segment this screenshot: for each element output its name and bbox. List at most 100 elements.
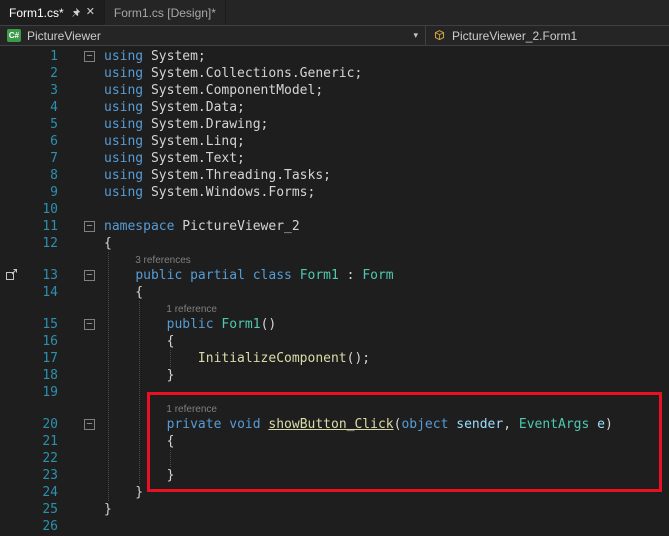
line-number[interactable]: 19: [0, 384, 58, 401]
code-token: EventArgs: [519, 417, 589, 432]
tab-form1-cs-design[interactable]: Form1.cs [Design]*: [105, 0, 226, 25]
fold-gutter: [58, 333, 104, 350]
fold-collapse-icon[interactable]: –: [84, 51, 95, 62]
line-number[interactable]: 14: [0, 284, 58, 301]
pin-icon[interactable]: [70, 7, 81, 18]
code-token: private: [167, 417, 222, 432]
line-number[interactable]: 3: [0, 82, 58, 99]
code-token: using: [104, 185, 143, 200]
code-token: ();: [347, 351, 370, 366]
fold-gutter: [58, 65, 104, 82]
close-icon[interactable]: ✕: [86, 7, 95, 18]
code-line[interactable]: 4 using System.Data;: [0, 99, 669, 116]
code-line[interactable]: 22: [0, 450, 669, 467]
code-line[interactable]: 6using System.Linq;: [0, 133, 669, 150]
line-number[interactable]: 2: [0, 65, 58, 82]
code-line[interactable]: 23 }: [0, 467, 669, 484]
line-number[interactable]: 25: [0, 501, 58, 518]
code-line[interactable]: 9 using System.Windows.Forms;: [0, 184, 669, 201]
line-number[interactable]: 22: [0, 450, 58, 467]
code-line[interactable]: 14 {: [0, 284, 669, 301]
line-number[interactable]: 10: [0, 201, 58, 218]
line-number[interactable]: 23: [0, 467, 58, 484]
code-line[interactable]: 13– public partial class Form1 : Form: [0, 267, 669, 284]
code-line[interactable]: 11–namespace PictureViewer_2: [0, 218, 669, 235]
line-number[interactable]: 18: [0, 367, 58, 384]
fold-gutter: [58, 518, 104, 535]
fold-collapse-icon[interactable]: –: [84, 319, 95, 330]
code-text: using System.Data;: [104, 99, 245, 116]
code-line[interactable]: 26: [0, 518, 669, 535]
fold-collapse-icon[interactable]: –: [84, 419, 95, 430]
line-number[interactable]: 5: [0, 116, 58, 133]
code-token: System.Windows.Forms;: [143, 185, 315, 200]
line-number[interactable]: 17: [0, 350, 58, 367]
fold-collapse-icon[interactable]: –: [84, 221, 95, 232]
code-line[interactable]: 24 }: [0, 484, 669, 501]
code-text: {: [104, 284, 143, 301]
fold-gutter: [58, 201, 104, 218]
code-line[interactable]: 19: [0, 384, 669, 401]
line-number[interactable]: 26: [0, 518, 58, 535]
line-number[interactable]: 15: [0, 316, 58, 333]
line-number[interactable]: 16: [0, 333, 58, 350]
fold-gutter: [58, 82, 104, 99]
code-line[interactable]: 7using System.Text;: [0, 150, 669, 167]
code-line[interactable]: 21 {: [0, 433, 669, 450]
inheritance-margin-icon[interactable]: [5, 268, 18, 285]
line-number[interactable]: 7: [0, 150, 58, 167]
line-number[interactable]: 21: [0, 433, 58, 450]
line-number[interactable]: 24: [0, 484, 58, 501]
code-line[interactable]: 3using System.ComponentModel;: [0, 82, 669, 99]
code-line[interactable]: 20– private void showButton_Click(object…: [0, 416, 669, 433]
fold-gutter: [58, 167, 104, 184]
code-line[interactable]: 16 {: [0, 333, 669, 350]
line-number[interactable]: 20: [0, 416, 58, 433]
tab-form1-cs[interactable]: Form1.cs* ✕: [0, 0, 105, 25]
fold-gutter: [58, 484, 104, 501]
code-token: {: [104, 236, 112, 251]
code-line[interactable]: 5using System.Drawing;: [0, 116, 669, 133]
code-line[interactable]: 25}: [0, 501, 669, 518]
code-token: [292, 268, 300, 283]
code-text: {: [104, 235, 112, 252]
type-dropdown[interactable]: PictureViewer_2.Form1: [426, 26, 669, 45]
code-token: }: [104, 485, 143, 500]
codelens-row[interactable]: 1 reference: [0, 301, 669, 316]
line-number[interactable]: 9: [0, 184, 58, 201]
csharp-project-icon: C#: [7, 29, 21, 42]
code-line[interactable]: 12 {: [0, 235, 669, 252]
codelens-row[interactable]: 3 references: [0, 252, 669, 267]
code-token: using: [104, 117, 143, 132]
fold-gutter: [58, 116, 104, 133]
code-token: [182, 268, 190, 283]
code-line[interactable]: 18 }: [0, 367, 669, 384]
line-number[interactable]: 11: [0, 218, 58, 235]
code-token: System.Data;: [143, 100, 245, 115]
fold-collapse-icon[interactable]: –: [84, 270, 95, 281]
project-dropdown[interactable]: C# PictureViewer ▾: [0, 26, 426, 45]
code-token: sender: [456, 417, 503, 432]
code-line[interactable]: 15– public Form1(): [0, 316, 669, 333]
line-number[interactable]: 1: [0, 48, 58, 65]
code-token: }: [104, 368, 174, 383]
code-text: }: [104, 501, 112, 518]
line-number[interactable]: 6: [0, 133, 58, 150]
code-token: using: [104, 83, 143, 98]
codelens-row[interactable]: 1 reference: [0, 401, 669, 416]
code-line[interactable]: 2using System.Collections.Generic;: [0, 65, 669, 82]
code-token: [245, 268, 253, 283]
codelens-references-link[interactable]: 1 reference: [166, 302, 217, 317]
codelens-references-link[interactable]: 1 reference: [166, 402, 217, 417]
codelens-references-link[interactable]: 3 references: [135, 253, 191, 268]
code-token: System.Threading.Tasks;: [143, 168, 331, 183]
code-line[interactable]: 10: [0, 201, 669, 218]
line-number[interactable]: 4: [0, 99, 58, 116]
code-line[interactable]: 1–using System;: [0, 48, 669, 65]
code-line[interactable]: 8using System.Threading.Tasks;: [0, 167, 669, 184]
line-number[interactable]: 12: [0, 235, 58, 252]
tab-bar: Form1.cs* ✕ Form1.cs [Design]*: [0, 0, 669, 25]
line-number[interactable]: 8: [0, 167, 58, 184]
code-line[interactable]: 17 InitializeComponent();: [0, 350, 669, 367]
code-editor[interactable]: 1–using System;2using System.Collections…: [0, 46, 669, 536]
